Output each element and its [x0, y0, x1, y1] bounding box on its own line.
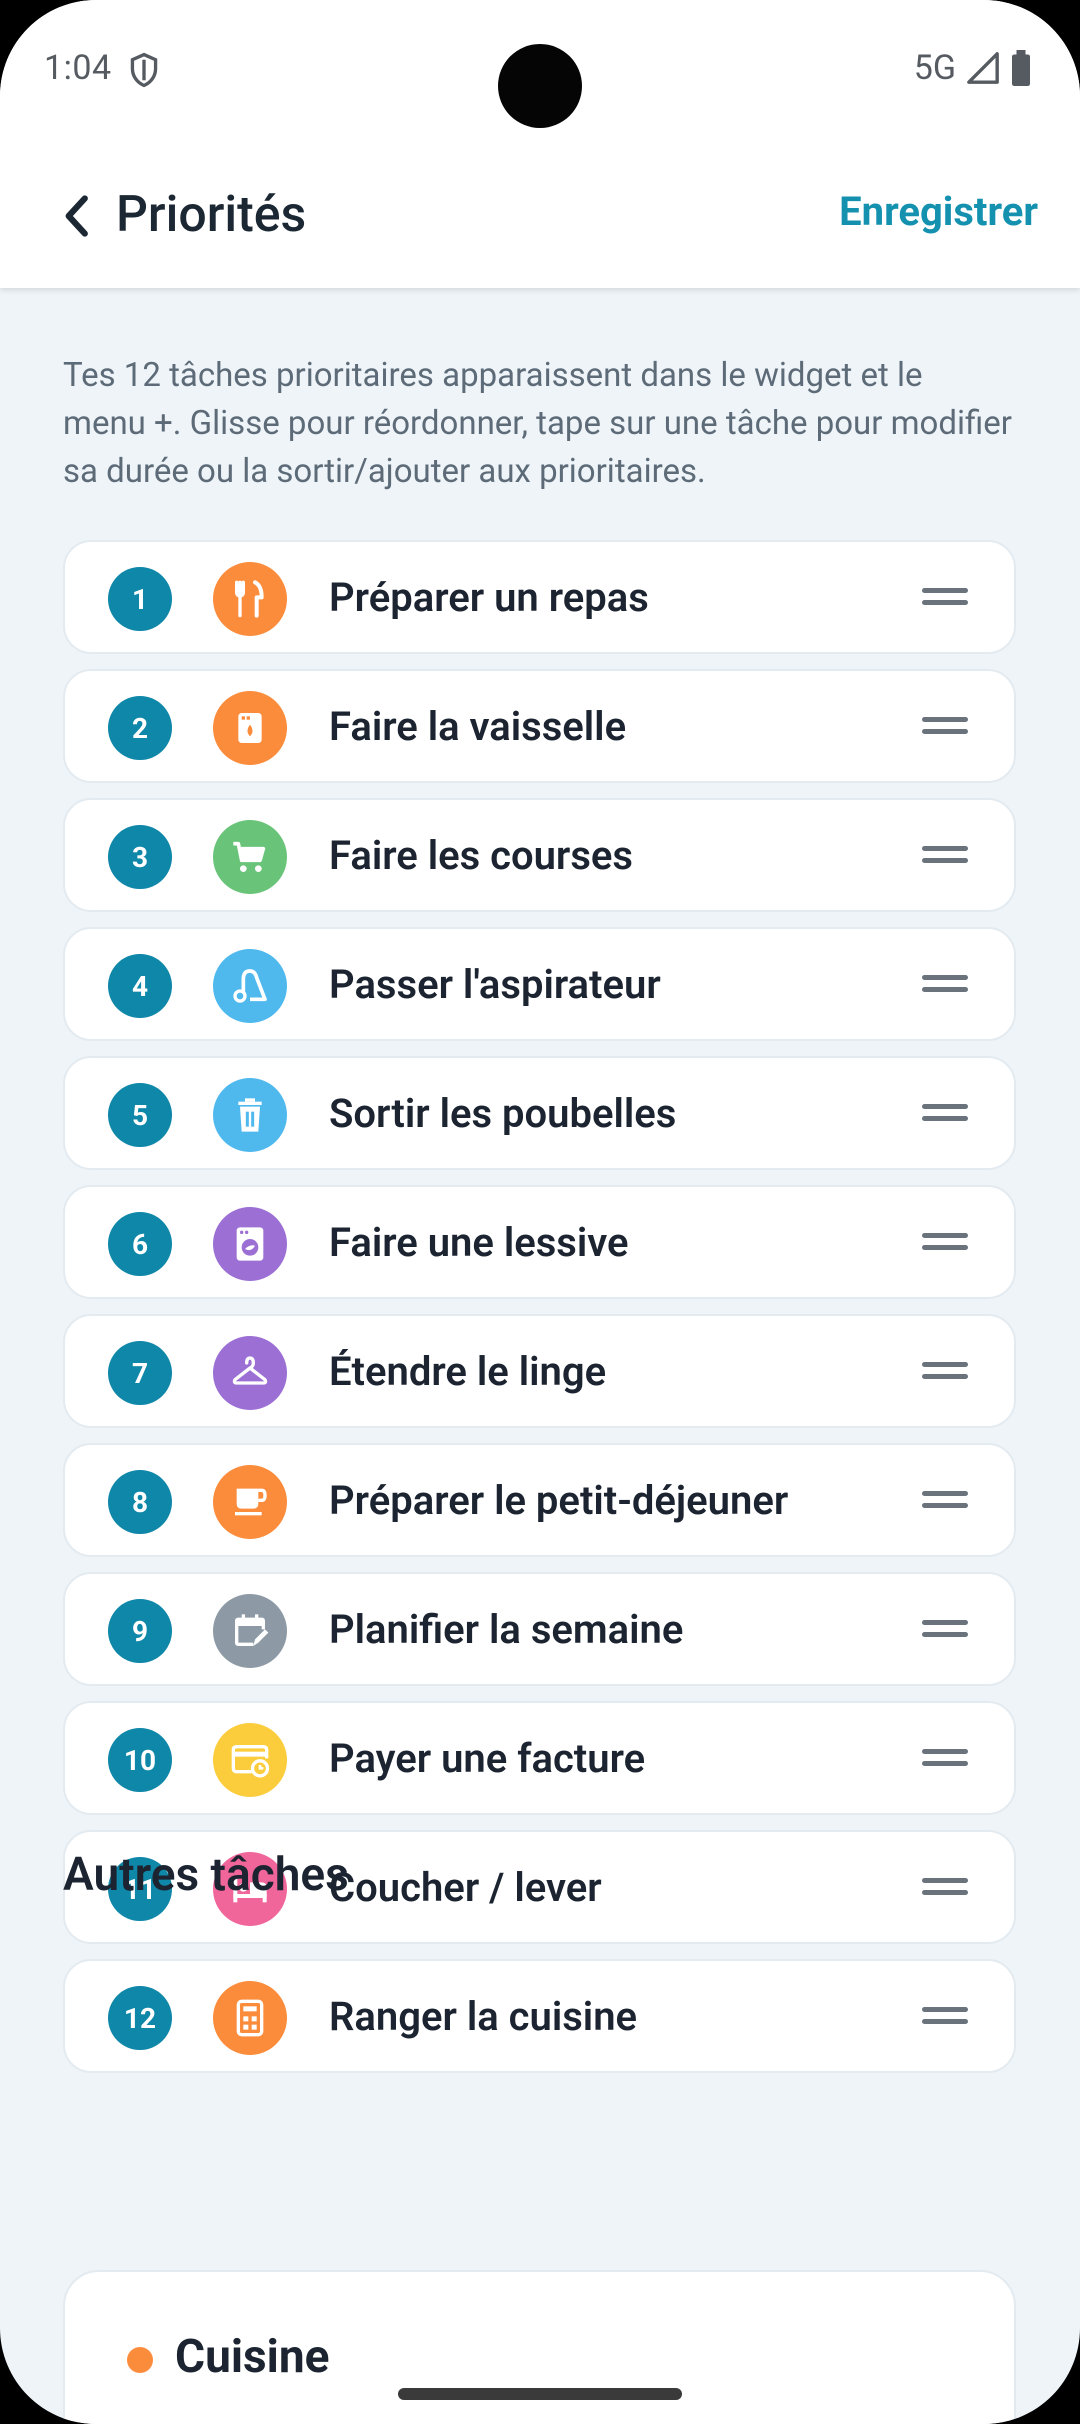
- shopping-cart-icon: [213, 820, 287, 894]
- task-row-2[interactable]: 2 Faire la vaisselle: [63, 669, 1016, 783]
- task-row-9[interactable]: 9 Planifier la semaine: [63, 1572, 1016, 1686]
- task-label: Faire les courses: [329, 831, 633, 879]
- task-row-1[interactable]: 1 Préparer un repas: [63, 540, 1016, 654]
- hanger-icon: [213, 1336, 287, 1410]
- task-row-5[interactable]: 5 Sortir les poubelles: [63, 1056, 1016, 1170]
- task-label: Payer une facture: [329, 1734, 646, 1782]
- drag-handle-icon[interactable]: [922, 1356, 968, 1386]
- task-row-7[interactable]: 7 Étendre le linge: [63, 1314, 1016, 1428]
- save-button[interactable]: Enregistrer: [839, 188, 1038, 235]
- rank-badge: 2: [108, 696, 172, 760]
- page-title: Priorités: [116, 186, 307, 244]
- signal-icon: [967, 52, 999, 84]
- task-row-4[interactable]: 4 Passer l'aspirateur: [63, 927, 1016, 1041]
- rank-badge: 8: [108, 1470, 172, 1534]
- rank-badge: 1: [108, 567, 172, 631]
- content: Tes 12 tâches prioritaires apparaissent …: [0, 288, 1080, 2424]
- app-bar: 1:04 5G Priorités Enregistrer: [0, 0, 1080, 288]
- task-label: Étendre le linge: [329, 1347, 607, 1395]
- back-button[interactable]: [56, 186, 96, 246]
- drag-handle-icon[interactable]: [922, 1743, 968, 1773]
- rank-badge: 12: [108, 1986, 172, 2050]
- intro-text: Tes 12 tâches prioritaires apparaissent …: [63, 356, 1012, 491]
- category-color-dot: [127, 2347, 153, 2373]
- kitchen-icon: [213, 1981, 287, 2055]
- drag-handle-icon[interactable]: [922, 969, 968, 999]
- rank-badge: 6: [108, 1212, 172, 1276]
- other-tasks-title: Autres tâches: [63, 1848, 349, 1902]
- rank-badge: 9: [108, 1599, 172, 1663]
- task-label: Préparer un repas: [329, 573, 649, 621]
- rank-badge: 3: [108, 825, 172, 889]
- task-row-6[interactable]: 6 Faire une lessive: [63, 1185, 1016, 1299]
- drag-handle-icon[interactable]: [922, 840, 968, 870]
- chevron-left-icon: [65, 195, 88, 237]
- task-label: Passer l'aspirateur: [329, 960, 661, 1008]
- rank-badge: 5: [108, 1083, 172, 1147]
- calendar-edit-icon: [213, 1594, 287, 1668]
- dishwasher-icon: [213, 691, 287, 765]
- task-label: Ranger la cuisine: [329, 1992, 638, 2040]
- task-row-8[interactable]: 8 Préparer le petit-déjeuner: [63, 1443, 1016, 1557]
- drag-handle-icon[interactable]: [922, 711, 968, 741]
- screen: 1:04 5G Priorités Enregistrer Tes 12 tâc…: [0, 0, 1080, 2424]
- drag-handle-icon[interactable]: [922, 1098, 968, 1128]
- task-row-3[interactable]: 3 Faire les courses: [63, 798, 1016, 912]
- shield-icon: [130, 52, 158, 88]
- restaurant-icon: [213, 562, 287, 636]
- rank-badge: 4: [108, 954, 172, 1018]
- camera-cutout: [498, 44, 582, 128]
- task-label: Planifier la semaine: [329, 1605, 684, 1653]
- drag-handle-icon[interactable]: [922, 2001, 968, 2031]
- drag-handle-icon[interactable]: [922, 1485, 968, 1515]
- drag-handle-icon[interactable]: [922, 582, 968, 612]
- drag-handle-icon[interactable]: [922, 1614, 968, 1644]
- network-label: 5G: [913, 48, 956, 88]
- task-label: Faire une lessive: [329, 1218, 629, 1266]
- status-time: 1:04: [44, 48, 112, 88]
- washing-machine-icon: [213, 1207, 287, 1281]
- task-row-12[interactable]: 12 Ranger la cuisine: [63, 1959, 1016, 2073]
- task-label: Préparer le petit-déjeuner: [329, 1476, 789, 1524]
- task-label: Sortir les poubelles: [329, 1089, 677, 1137]
- coffee-cup-icon: [213, 1465, 287, 1539]
- rank-badge: 7: [108, 1341, 172, 1405]
- task-row-10[interactable]: 10 Payer une facture: [63, 1701, 1016, 1815]
- drag-handle-icon[interactable]: [922, 1872, 968, 1902]
- task-label: Coucher / lever: [329, 1863, 602, 1911]
- battery-icon: [1012, 50, 1030, 86]
- task-label: Faire la vaisselle: [329, 702, 627, 750]
- vacuum-icon: [213, 949, 287, 1023]
- drag-handle-icon[interactable]: [922, 1227, 968, 1257]
- home-indicator[interactable]: [398, 2388, 682, 2400]
- category-label: Cuisine: [175, 2330, 330, 2384]
- rank-badge: 10: [108, 1728, 172, 1792]
- category-card-cuisine[interactable]: Cuisine: [63, 2270, 1016, 2424]
- status-icons: 5G: [914, 48, 1032, 88]
- bill-icon: [213, 1723, 287, 1797]
- trash-icon: [213, 1078, 287, 1152]
